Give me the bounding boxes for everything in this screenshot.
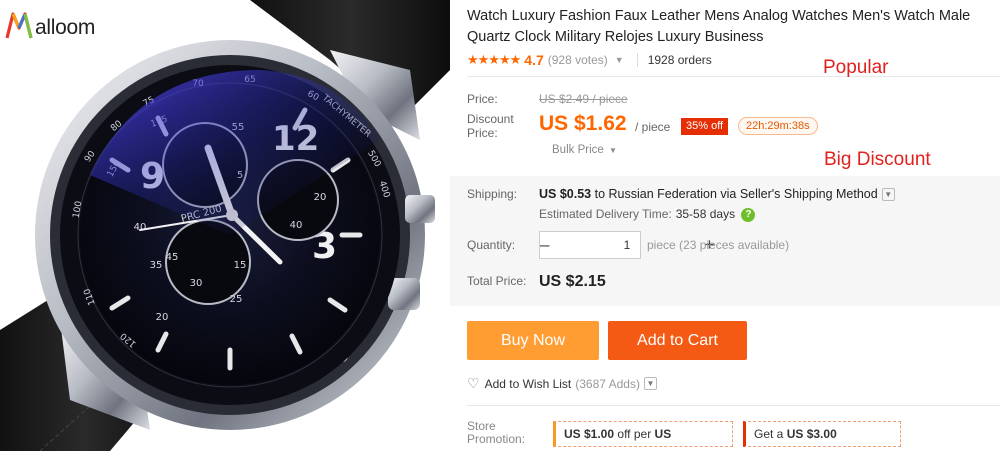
svg-text:40: 40 [134,222,147,233]
est-delivery-label: Estimated Delivery Time: [539,207,672,221]
shipping-dropdown-icon[interactable]: ▼ [881,188,895,202]
shipping-cost: US $0.53 [539,187,592,201]
add-to-wishlist[interactable]: ♡ Add to Wish List (3687 Adds) ▼ [467,375,657,392]
caret-down-icon: ▼ [608,146,617,155]
wishlist-label: Add to Wish List [484,376,572,391]
coupon2-prefix: Get a [754,427,784,441]
wishlist-dropdown-icon[interactable]: ▼ [643,377,657,390]
product-info-panel: Watch Luxury Fashion Faux Leather Mens A… [450,0,1000,451]
coupon1-amount: US $1.00 [564,427,615,441]
help-icon[interactable]: ? [741,207,756,222]
buy-now-button[interactable]: Buy Now [467,321,599,360]
shipping-info: US $0.53 to Russian Federation via Selle… [539,187,895,202]
discount-badge: 35% off [681,118,729,135]
original-price: US $2.49 / piece [539,92,628,106]
discount-price: US $1.62 [539,112,627,135]
svg-text:25: 25 [230,294,243,305]
shipping-label: Shipping: [467,187,518,201]
minus-icon[interactable]: – [540,232,549,258]
chevron-down-icon[interactable]: ▼ [615,55,624,65]
add-to-cart-button[interactable]: Add to Cart [608,321,747,360]
quantity-label: Quantity: [467,238,516,252]
svg-text:30: 30 [190,278,203,289]
divider [467,405,1000,406]
coupon1-text: off per [617,427,652,441]
bulk-price-dropdown[interactable]: Bulk Price ▼ [552,144,617,156]
rating-stars-icon: ★★★★★ [467,52,521,67]
store-promotion-label: Store Promotion: [467,419,526,446]
total-price-label: Total Price: [467,274,527,288]
get-coupon-button[interactable]: Get a US $3.00 coupon▼ [743,421,901,447]
divider [467,76,1000,77]
brand-logo: alloom [4,8,95,42]
per-piece-unit: / piece [635,120,671,134]
svg-text:35: 35 [150,260,163,271]
price-label: Price: [467,92,498,106]
svg-text:20: 20 [156,312,169,323]
est-delivery-days: 35-58 days [675,207,736,221]
votes-link[interactable]: (928 votes) [548,53,608,67]
bulk-price-label: Bulk Price [552,144,604,156]
brand-name: alloom [35,16,96,39]
orders-count: 1928 orders [647,53,712,67]
shipping-method[interactable]: to Russian Federation via Seller's Shipp… [595,187,878,201]
watch-illustration: 65 60 TACHYMETER 70 75 80 90 100 110 120… [0,0,450,451]
pusher-top [405,195,435,223]
brand-logo-mark [5,12,33,39]
coupon2-amount: US $3.00 [786,427,837,441]
rating-value: 4.7 [524,52,544,68]
quantity-available: piece (23 pieces available) [647,238,790,252]
estimated-delivery: Estimated Delivery Time: 35-58 days ? [539,207,756,222]
product-image[interactable]: alloom 80 90 100 110 120 500 400 3 35 25… [0,0,450,451]
divider [636,53,638,67]
heart-plus-icon: ♡ [467,375,480,391]
quantity-stepper: – + [539,231,714,259]
product-title: Watch Luxury Fashion Faux Leather Mens A… [467,8,971,45]
rating-row: ★★★★★ 4.7 (928 votes) ▼ 1928 orders [467,51,712,69]
svg-text:15: 15 [234,260,247,271]
store-coupon-per-order[interactable]: US $1.00 off per US $22.00▼ [553,421,733,447]
svg-text:20: 20 [314,192,327,203]
annotation-big-discount: Big Discount [824,149,931,170]
wishlist-count: (3687 Adds) [575,376,640,391]
discount-price-label: Discount Price: [467,112,514,140]
svg-text:40: 40 [290,220,303,231]
countdown-timer: 22h:29m:38s [738,117,818,135]
total-price: US $2.15 [539,273,606,290]
annotation-popular: Popular [823,57,889,78]
svg-text:45: 45 [166,252,179,263]
